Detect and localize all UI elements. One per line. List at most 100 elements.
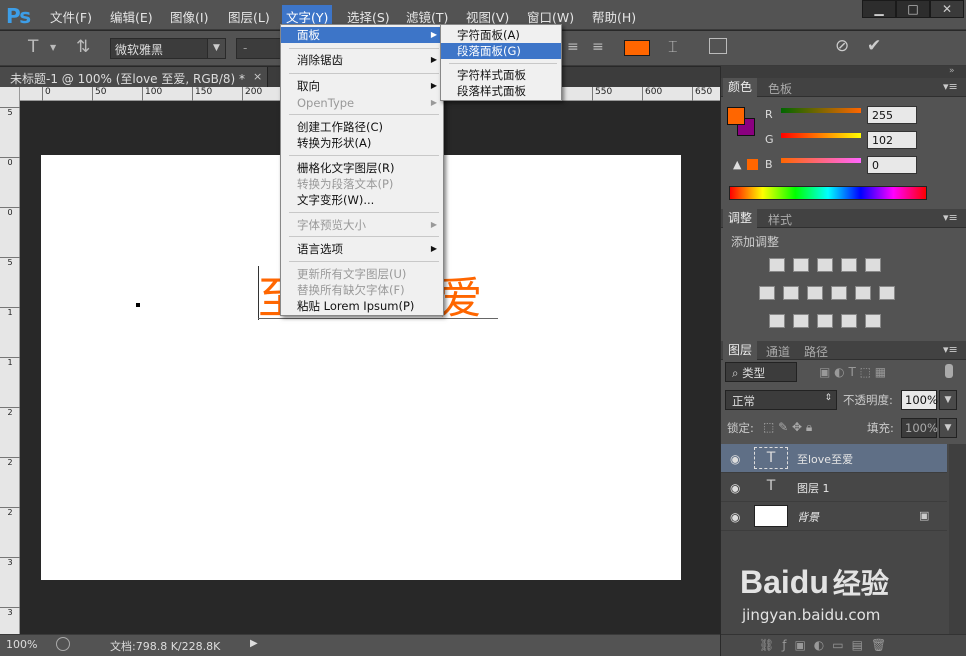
align-right-icon[interactable]: ≡ [592, 39, 604, 55]
g-slider[interactable] [781, 133, 861, 138]
fill-dropdown-icon[interactable]: ▼ [939, 418, 957, 438]
status-icon[interactable] [56, 637, 70, 651]
menu-item-orientation[interactable]: 取向 ▶ [281, 78, 443, 94]
maximize-button[interactable]: □ [896, 0, 930, 18]
b-value-input[interactable]: 0 [867, 156, 917, 174]
status-arrow-icon[interactable]: ▶ [250, 638, 258, 649]
character-panel-icon[interactable] [709, 38, 727, 54]
opacity-dropdown-icon[interactable]: ▼ [939, 390, 957, 410]
menu-item-rasterize[interactable]: 栅格化文字图层(R) [281, 160, 443, 176]
blend-mode-select[interactable]: 正常 ⇕ [725, 390, 837, 410]
panel-menu-icon[interactable]: ▾≡ [943, 80, 958, 93]
menu-item-update-all[interactable]: 更新所有文字图层(U) [281, 266, 443, 282]
hue-saturation-icon[interactable] [759, 286, 775, 300]
tab-swatches[interactable]: 色板 [763, 80, 797, 97]
font-style-select[interactable]: - [236, 38, 282, 59]
filter-toggle[interactable] [945, 364, 953, 378]
layers-scrollbar[interactable] [949, 444, 966, 636]
black-white-icon[interactable] [807, 286, 823, 300]
gradient-map-icon[interactable] [865, 314, 881, 328]
layer-filter-select[interactable]: ⌕ 类型 [725, 362, 797, 382]
photo-filter-icon[interactable] [831, 286, 847, 300]
close-tab-icon[interactable]: × [253, 70, 262, 83]
menu-file[interactable]: 文件(F) [50, 7, 92, 26]
submenu-item-character-panel[interactable]: 字符面板(A) [441, 27, 561, 43]
fill-input[interactable]: 100% [901, 418, 938, 438]
text-orientation-icon[interactable]: ⇅ [76, 37, 90, 57]
menu-item-anti-alias[interactable]: 消除锯齿 ▶ [281, 52, 443, 68]
invert-icon[interactable] [769, 314, 785, 328]
align-center-icon[interactable]: ≡ [567, 39, 579, 55]
cancel-icon[interactable]: ⊘ [835, 36, 849, 56]
posterize-icon[interactable] [793, 314, 809, 328]
type-tool-icon[interactable]: T [28, 37, 38, 57]
panel-menu-icon[interactable]: ▾≡ [943, 211, 958, 224]
tab-layers[interactable]: 图层 [723, 341, 758, 360]
foreground-color-swatch[interactable] [727, 107, 745, 125]
curves-icon[interactable] [817, 258, 833, 272]
selective-color-icon[interactable] [841, 314, 857, 328]
layer-name[interactable]: 至love至爱 [797, 451, 853, 467]
panel-menu-icon[interactable]: ▾≡ [943, 343, 958, 356]
eye-icon[interactable]: ◉ [730, 510, 740, 524]
r-value-input[interactable]: 255 [867, 106, 917, 124]
lock-icons[interactable]: ⬚ ✎ ✥ 🔒︎ [763, 420, 812, 435]
submenu-item-paragraph-styles[interactable]: 段落样式面板 [441, 83, 561, 99]
eye-icon[interactable]: ◉ [730, 481, 740, 495]
eye-icon[interactable]: ◉ [730, 452, 740, 466]
submenu-item-character-styles[interactable]: 字符样式面板 [441, 67, 561, 83]
menu-item-create-work-path[interactable]: 创建工作路径(C) [281, 119, 443, 135]
menu-image[interactable]: 图像(I) [170, 7, 208, 26]
layer-actions-icons[interactable]: ⛓ƒ▣◐▭▤🗑︎ [759, 638, 894, 652]
tab-channels[interactable]: 通道 [761, 343, 795, 360]
layer-row[interactable]: ◉ 背景 ▣ [721, 502, 947, 531]
menu-edit[interactable]: 编辑(E) [110, 7, 153, 26]
menu-item-convert-paragraph[interactable]: 转换为段落文本(P) [281, 176, 443, 192]
warp-text-icon[interactable]: ⌶ [668, 37, 678, 57]
b-slider[interactable] [781, 158, 861, 163]
menu-item-replace-missing-fonts[interactable]: 替换所有缺欠字体(F) [281, 282, 443, 298]
color-lookup-icon[interactable] [879, 286, 895, 300]
menu-item-paste-lorem[interactable]: 粘贴 Lorem Ipsum(P) [281, 298, 443, 314]
threshold-icon[interactable] [817, 314, 833, 328]
tab-paths[interactable]: 路径 [799, 343, 833, 360]
collapse-dock-icon[interactable]: » [949, 66, 955, 76]
websafe-swatch[interactable] [747, 159, 758, 170]
color-balance-icon[interactable] [783, 286, 799, 300]
brightness-icon[interactable] [769, 258, 785, 272]
g-value-input[interactable]: 102 [867, 131, 917, 149]
gamut-warning-icon[interactable]: ▲ [733, 158, 741, 171]
menu-layer[interactable]: 图层(L) [228, 7, 270, 26]
commit-icon[interactable]: ✔ [867, 36, 881, 56]
layer-row[interactable]: ◉ T 图层 1 [721, 473, 947, 502]
menu-item-panels[interactable]: 面板 ▶ [281, 27, 443, 43]
exposure-icon[interactable] [841, 258, 857, 272]
tab-styles[interactable]: 样式 [763, 211, 797, 228]
layer-row-selected[interactable]: ◉ T 至love至爱 [721, 444, 947, 473]
menu-item-convert-to-shape[interactable]: 转换为形状(A) [281, 135, 443, 151]
zoom-level[interactable]: 100% [6, 638, 37, 651]
font-family-select[interactable]: 微软雅黑 ▼ [110, 38, 226, 59]
submenu-item-paragraph-panel[interactable]: 段落面板(G) [441, 43, 561, 59]
r-slider[interactable] [781, 108, 861, 113]
layer-name[interactable]: 背景 [797, 509, 819, 525]
close-window-button[interactable]: ✕ [930, 0, 964, 18]
opacity-input[interactable]: 100% [901, 390, 938, 410]
filter-pixel-icon[interactable]: ▣ ◐ T ⬚ ▦ [819, 365, 886, 379]
vibrance-icon[interactable] [865, 258, 881, 272]
document-tab[interactable]: 未标题-1 @ 100% (至love 至爱, RGB/8) * [0, 67, 268, 87]
channel-mixer-icon[interactable] [855, 286, 871, 300]
menu-item-warp-text[interactable]: 文字变形(W)... [281, 192, 443, 208]
menu-item-opentype[interactable]: OpenType ▶ [281, 95, 443, 111]
color-spectrum-ramp[interactable] [729, 186, 927, 200]
menu-help[interactable]: 帮助(H) [592, 7, 636, 26]
layer-name[interactable]: 图层 1 [797, 480, 830, 496]
levels-icon[interactable] [793, 258, 809, 272]
tab-color[interactable]: 颜色 [723, 78, 758, 97]
menu-item-font-preview-size[interactable]: 字体预览大小 ▶ [281, 217, 443, 233]
menu-item-language-options[interactable]: 语言选项 ▶ [281, 241, 443, 257]
tool-preset-arrow-icon[interactable]: ▼ [50, 43, 56, 52]
minimize-button[interactable]: ▁ [862, 0, 896, 18]
tab-adjustments[interactable]: 调整 [723, 209, 758, 228]
text-color-swatch[interactable] [624, 40, 650, 56]
